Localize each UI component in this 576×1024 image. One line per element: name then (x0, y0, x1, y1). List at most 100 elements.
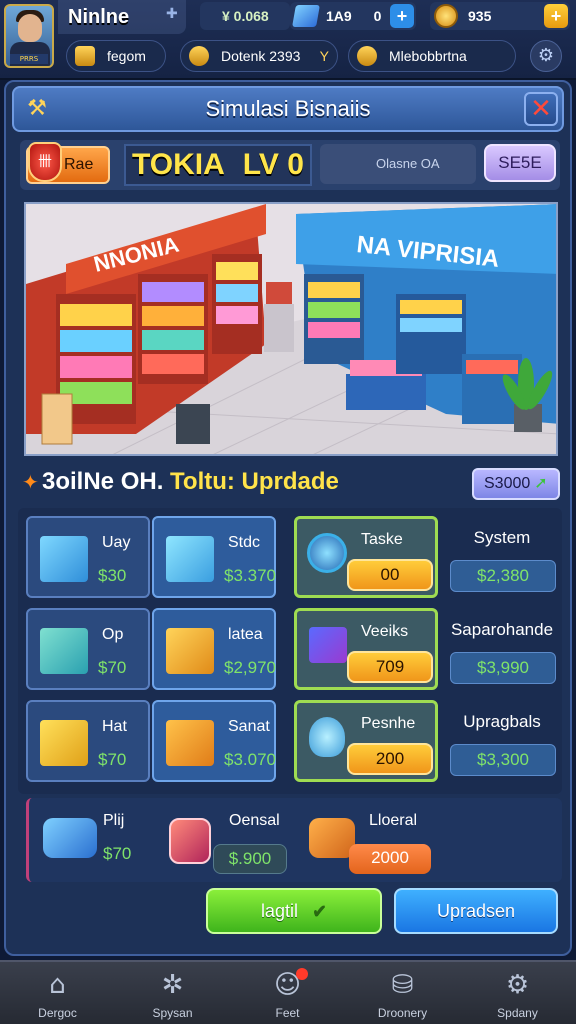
panel-title: Simulasi Bisnaiis (205, 96, 371, 121)
box-icon (166, 628, 214, 674)
extra-item-label: Oensal (229, 812, 280, 829)
card-price: 709 (347, 651, 433, 683)
card-price: $70 (98, 658, 127, 677)
extra-item-price: $.900 (213, 844, 287, 874)
top-bar: PRRS Ninlne ✚ ¥ 0.068 1A9 0 + 935 + fego… (0, 0, 576, 80)
upgrade-card[interactable]: Uay $30 (26, 516, 150, 598)
nav-item-system[interactable]: ✲ Spysan (115, 962, 230, 1024)
card-label: Taske (361, 531, 403, 548)
panel-title-bar: ⚒ Simulasi Bisnaiis ✕ (12, 86, 564, 132)
upgrade-card[interactable]: Upragbals $3,300 (444, 700, 560, 782)
upgrade-card[interactable]: System $2,380 (444, 516, 560, 598)
nav-item-home[interactable]: ⌂ Dergoc (0, 962, 115, 1024)
sub-stat-label: fegom (107, 48, 146, 64)
card-label: Sanat (228, 718, 270, 735)
upgrade-card[interactable]: Veeiks 709 (294, 608, 438, 690)
upgrade-card[interactable]: Stdc $3.370 (152, 516, 276, 598)
upgrade-card[interactable]: latea $2,970 (152, 608, 276, 690)
gems-extra-value: 0 (373, 8, 382, 24)
upgrade-card[interactable]: Pesnhe 200 (294, 700, 438, 782)
home-icon: ⌂ (49, 970, 66, 1000)
store-scene-illustration: NNONIA NA VIPRISIA (24, 202, 558, 456)
money-value: ¥ 0.068 (222, 8, 269, 24)
store-scene-svg: NNONIA NA VIPRISIA (26, 204, 556, 454)
sub-stat-chip[interactable]: Mlebobbrtna (348, 40, 516, 72)
nav-item-shop[interactable]: ⛁ Droonery (345, 962, 460, 1024)
upgrade-title: 3oilNe OH. Toltu: Uprdade (42, 468, 339, 496)
player-avatar[interactable]: PRRS (4, 4, 54, 68)
avatar-tag: PRRS (10, 54, 48, 64)
upgrade-strip: ✦ 3oilNe OH. Toltu: Uprdade S3000 ➚ (16, 462, 564, 506)
bottom-nav: ⌂ Dergoc ✲ Spysan ☺ Feet ⛁ Droonery ⚙ Sp… (0, 960, 576, 1024)
card-price: 00 (347, 559, 433, 591)
card-label: Pesnhe (361, 715, 416, 732)
upgrade-cost-value: S3000 (484, 475, 531, 492)
card-label: Uay (102, 534, 131, 551)
upgrade-grid: Uay $30 Stdc $3.370 Taske 00 System $2,3… (18, 508, 562, 794)
lamp-icon (309, 717, 345, 757)
upgrade-cost-button[interactable]: S3000 ➚ (472, 468, 560, 500)
avatar-face (18, 14, 42, 42)
upgrade-card[interactable]: Taske 00 (294, 516, 438, 598)
tape-icon (43, 818, 97, 858)
money-stat: ¥ 0.068 (200, 2, 290, 30)
settings-gear-icon[interactable]: ⚙ (530, 40, 562, 72)
sub-stat-arrow: Y (319, 48, 329, 64)
gem-icon (292, 5, 320, 27)
nav-label: Feet (275, 1006, 300, 1020)
card-price: $70 (98, 750, 127, 769)
sub-stat-label: Dotenk 2393 (221, 48, 301, 64)
upgrade-card[interactable]: Hat $70 (26, 700, 150, 782)
upgrade-card[interactable]: Sanat $3.070 (152, 700, 276, 782)
close-button[interactable]: ✕ (524, 92, 558, 126)
box-icon (40, 628, 88, 674)
arrow-up-icon: ➚ (534, 475, 548, 492)
card-label: Upragbals (463, 712, 541, 731)
gems-stat: 1A9 0 + (290, 2, 416, 30)
sub-stat-chip[interactable]: fegom (66, 40, 166, 72)
extra-items-row: Plij $70 Oensal $.900 Lloeral 2000 (26, 798, 562, 882)
card-price: $2,970 (224, 658, 276, 677)
extra-item-label: Plij (103, 812, 125, 829)
confirm-button[interactable]: lagtil ✔ (206, 888, 382, 934)
add-gems-button[interactable]: + (390, 4, 414, 28)
confirm-button-label: lagtil (260, 901, 298, 921)
upgrade-card[interactable]: Saparohande $3,990 (444, 608, 560, 690)
extra-item-label: Lloeral (369, 812, 418, 829)
sub-stat-chip[interactable]: Dotenk 2393 Y (180, 40, 338, 72)
box-icon (75, 46, 95, 66)
extra-item[interactable]: Oensal $.900 (169, 808, 319, 878)
box-icon (166, 720, 214, 766)
expand-arrow-icon[interactable]: ✚ (166, 6, 178, 22)
card-label: Veeiks (361, 623, 409, 640)
sub-stat-label: Mlebobbrtna (389, 48, 467, 64)
card-label: System (473, 528, 531, 547)
coins-stat: 935 + (430, 2, 570, 30)
card-price: $30 (98, 566, 127, 585)
upgrade-title-prefix: 3oilNe OH. (42, 468, 164, 495)
store-level: LV 0 (242, 148, 304, 181)
store-name-box: TOKIA LV 0 (124, 144, 312, 186)
nav-item-feed[interactable]: ☺ Feet (230, 962, 345, 1024)
coins-value: 935 (468, 8, 492, 24)
add-coins-button[interactable]: + (544, 4, 568, 28)
settings-icon: ⚙ (505, 970, 530, 1000)
extra-item[interactable]: Lloeral 2000 (309, 808, 459, 878)
upgrade-card[interactable]: Op $70 (26, 608, 150, 690)
shield-icon: 卌 (28, 142, 62, 182)
shop-icon: ⛁ (391, 970, 414, 1000)
card-price: $3,300 (450, 744, 556, 776)
store-action-button[interactable]: SE5E (484, 144, 556, 182)
card-label: Hat (102, 718, 127, 735)
extra-item-price: $70 (103, 844, 132, 863)
extra-item-price: 2000 (349, 844, 431, 874)
magnifier-icon (307, 533, 347, 573)
upgrade-button[interactable]: Upradsen (394, 888, 558, 934)
card-label: Op (102, 626, 124, 643)
wheel-icon (189, 46, 209, 66)
box-icon (166, 536, 214, 582)
upgrade-title-highlight: Toltu: Uprdade (170, 468, 339, 495)
store-badge[interactable]: 卌 Rae (26, 142, 110, 184)
business-panel: ⚒ Simulasi Bisnaiis ✕ 卌 Rae TOKIA LV 0 Ol… (4, 80, 572, 956)
nav-item-settings[interactable]: ⚙ Spdany (460, 962, 575, 1024)
